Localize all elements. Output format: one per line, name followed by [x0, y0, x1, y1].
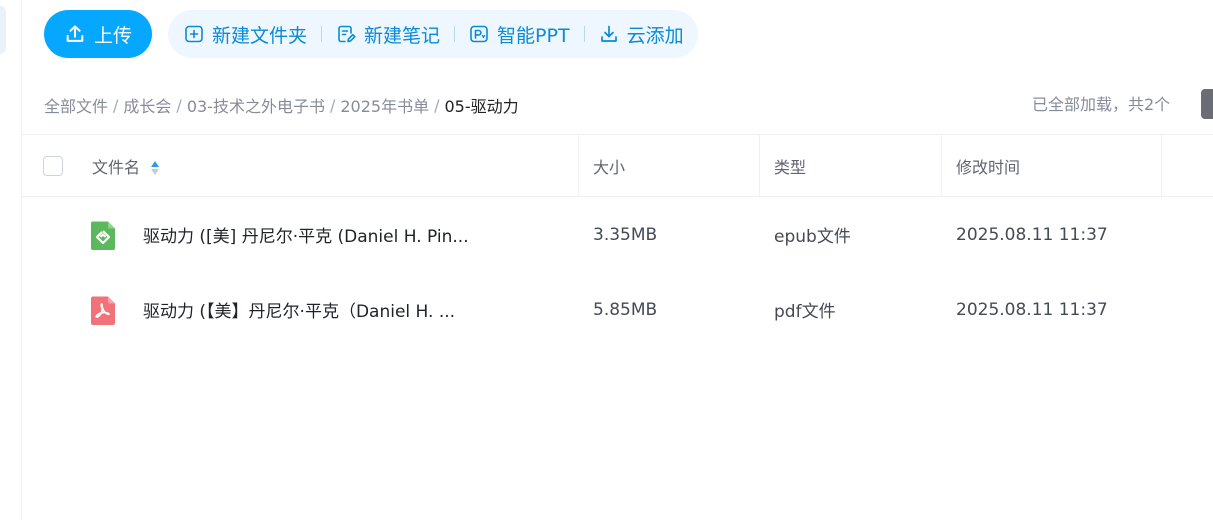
load-status-text: 已全部加载，共2个 [1032, 95, 1171, 114]
column-header-modified[interactable]: 修改时间 [956, 154, 1020, 178]
breadcrumb-separator: / [113, 95, 119, 115]
upload-icon [66, 25, 84, 42]
toolbar-divider [454, 26, 456, 42]
breadcrumb-item-ebooks[interactable]: 03-技术之外电子书 [187, 93, 325, 117]
breadcrumb-separator: / [176, 95, 182, 115]
file-type: epub文件 [774, 227, 851, 247]
new-note-label: 新建笔记 [364, 24, 441, 47]
file-size: 3.35MB [593, 224, 658, 245]
table-header: 文件名 大小 类型 修改时间 [22, 134, 1213, 197]
column-header-size[interactable]: 大小 [593, 154, 625, 178]
new-folder-label: 新建文件夹 [212, 24, 308, 47]
side-panel-toggle[interactable] [1201, 89, 1213, 119]
breadcrumb-item-growth-club[interactable]: 成长会 [123, 93, 171, 117]
toolbar-divider [321, 26, 323, 42]
file-name[interactable]: 驱动力 (【美】丹尼尔·平克（Daniel H. ... [143, 297, 455, 322]
left-sidebar-edge [0, 0, 22, 520]
toolbar-divider [583, 26, 585, 42]
breadcrumb-item-all-files[interactable]: 全部文件 [44, 93, 108, 117]
note-edit-icon [338, 25, 356, 43]
column-header-name-label: 文件名 [92, 157, 141, 177]
breadcrumb-item-current: 05-驱动力 [444, 97, 519, 116]
column-divider[interactable] [941, 135, 942, 197]
column-divider[interactable] [759, 135, 760, 197]
upload-label: 上传 [93, 24, 132, 47]
upload-button[interactable]: 上传 [44, 10, 152, 58]
toolbar: 上传 新建文件夹 新建笔记 智能PPT 云添加 [44, 10, 698, 58]
epub-file-icon [91, 221, 115, 250]
breadcrumb: 全部文件 / 成长会 / 03-技术之外电子书 / 2025年书单 / 05-驱… [44, 93, 519, 117]
new-folder-button[interactable]: 新建文件夹 [184, 21, 307, 48]
smart-ppt-icon [470, 25, 488, 43]
smart-ppt-button[interactable]: 智能PPT [469, 21, 570, 48]
sidebar-active-indicator [0, 6, 6, 54]
sort-icon[interactable] [150, 159, 160, 177]
new-note-button[interactable]: 新建笔记 [336, 21, 440, 48]
breadcrumb-separator: / [434, 95, 440, 115]
cloud-add-button[interactable]: 云添加 [599, 21, 684, 48]
file-modified-time: 2025.08.11 11:37 [956, 224, 1108, 245]
pdf-file-icon [91, 296, 115, 325]
column-header-type[interactable]: 类型 [774, 154, 806, 178]
column-header-name[interactable]: 文件名 [92, 154, 160, 178]
table-row[interactable]: 驱动力 (【美】丹尼尔·平克（Daniel H. ... 5.85MB pdf文… [22, 272, 1213, 347]
smart-ppt-label: 智能PPT [497, 24, 570, 47]
action-group: 新建文件夹 新建笔记 智能PPT 云添加 [168, 10, 698, 58]
cloud-download-icon [600, 25, 617, 42]
column-divider[interactable] [578, 135, 579, 197]
breadcrumb-item-booklist-2025[interactable]: 2025年书单 [340, 93, 429, 117]
folder-add-icon [185, 25, 203, 43]
file-table: 文件名 大小 类型 修改时间 驱动力 ([美] 丹尼尔·平克 (Daniel H… [22, 134, 1213, 347]
breadcrumb-separator: / [329, 95, 336, 115]
file-name[interactable]: 驱动力 ([美] 丹尼尔·平克 (Daniel H. Pin... [143, 222, 469, 247]
select-all-checkbox[interactable] [43, 155, 63, 176]
cloud-add-label: 云添加 [626, 24, 684, 47]
file-size: 5.85MB [593, 299, 658, 320]
column-divider[interactable] [1161, 135, 1162, 197]
file-modified-time: 2025.08.11 11:37 [956, 299, 1108, 320]
file-type: pdf文件 [774, 302, 836, 322]
table-row[interactable]: 驱动力 ([美] 丹尼尔·平克 (Daniel H. Pin... 3.35MB… [22, 197, 1213, 272]
